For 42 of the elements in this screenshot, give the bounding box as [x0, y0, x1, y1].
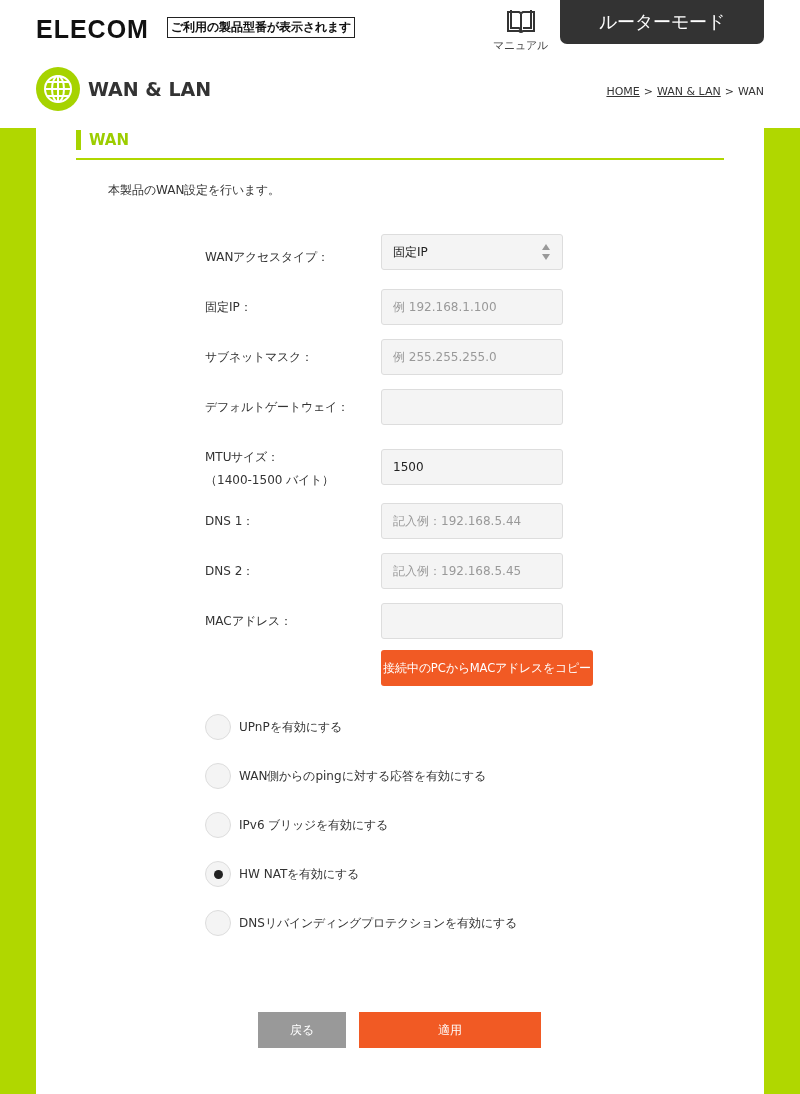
- section-heading: WAN: [76, 128, 724, 160]
- page-title: WAN & LAN: [88, 78, 212, 100]
- breadcrumb-separator: >: [724, 85, 734, 98]
- option-label: WAN側からのpingに対する応答を有効にする: [239, 767, 486, 785]
- brand-logo: ELECOM: [36, 15, 149, 44]
- option-checkbox[interactable]: [205, 763, 231, 789]
- model-notice: ご利用の製品型番が表示されます: [166, 17, 355, 38]
- input-field[interactable]: 記入例：192.168.5.45: [381, 553, 563, 589]
- input-field[interactable]: 例 255.255.255.0: [381, 339, 563, 375]
- section-description: 本製品のWAN設定を行います。: [108, 182, 282, 199]
- input-field[interactable]: [381, 389, 563, 425]
- input-field[interactable]: 記入例：192.168.5.44: [381, 503, 563, 539]
- input-field[interactable]: [381, 603, 563, 639]
- option-label: UPnPを有効にする: [239, 718, 342, 736]
- field-label: WANアクセスタイプ：: [205, 248, 331, 266]
- input-field[interactable]: 例 192.168.1.100: [381, 289, 563, 325]
- option-checkbox[interactable]: [205, 910, 231, 936]
- globe-icon: [36, 67, 80, 111]
- book-icon: [505, 9, 536, 35]
- field-label: サブネットマスク：: [205, 348, 314, 366]
- field-label: MTUサイズ：: [205, 449, 281, 466]
- breadcrumb-link[interactable]: WAN & LAN: [657, 85, 721, 98]
- option-checkbox[interactable]: [205, 861, 231, 887]
- router-mode-button[interactable]: ルーターモード: [560, 0, 764, 44]
- breadcrumb-separator: >: [643, 85, 653, 98]
- option-label: DNSリバインディングプロテクションを有効にする: [239, 914, 517, 932]
- breadcrumb-current: WAN: [737, 85, 764, 98]
- field-note: （1400-1500 バイト）: [205, 472, 336, 489]
- dropdown[interactable]: 固定IP: [381, 234, 563, 270]
- field-label: DNS 2：: [205, 562, 256, 580]
- option-checkbox[interactable]: [205, 714, 231, 740]
- input-field[interactable]: 1500: [381, 449, 563, 485]
- field-label: MACアドレス：: [205, 612, 293, 630]
- field-label: デフォルトゲートウェイ：: [205, 398, 350, 416]
- option-checkbox[interactable]: [205, 812, 231, 838]
- option-label: IPv6 ブリッジを有効にする: [239, 816, 389, 834]
- up-down-arrows-icon: [541, 243, 551, 261]
- field-label: DNS 1：: [205, 512, 256, 530]
- breadcrumb-link[interactable]: HOME: [606, 85, 640, 98]
- field-label: 固定IP：: [205, 298, 253, 316]
- manual-link[interactable]: マニュアル: [493, 9, 548, 53]
- option-label: HW NATを有効にする: [239, 865, 360, 883]
